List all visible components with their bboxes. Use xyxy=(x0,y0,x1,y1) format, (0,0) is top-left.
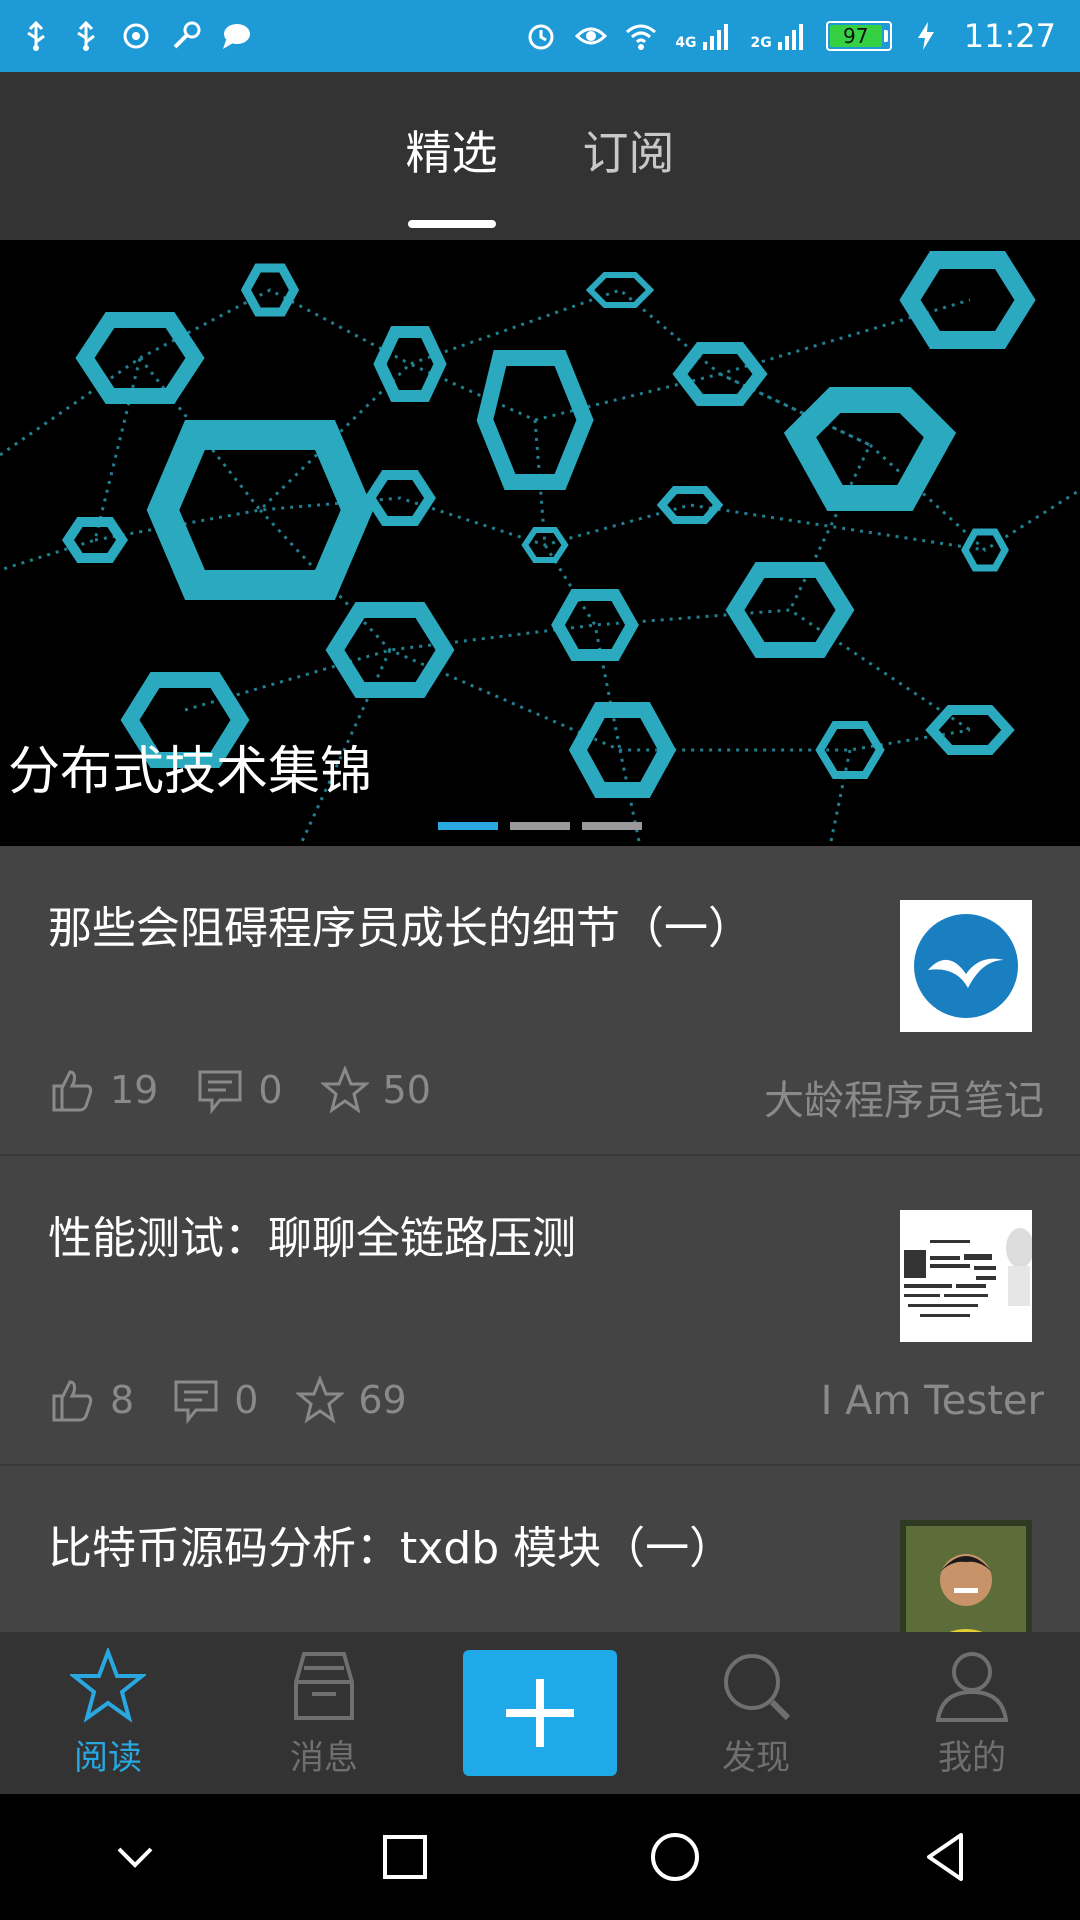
battery-level: 97 xyxy=(829,24,882,48)
square-icon xyxy=(383,1835,427,1879)
add-button[interactable] xyxy=(463,1650,617,1776)
avatar-photo xyxy=(900,1520,1032,1632)
nav-profile-label: 我的 xyxy=(938,1737,1006,1778)
article-title[interactable]: 比特币源码分析：txdb 模块（一） xyxy=(48,1520,848,1577)
star-stat[interactable]: 50 xyxy=(320,1066,431,1114)
usb-icon-2 xyxy=(70,20,102,52)
signal-icon xyxy=(701,20,733,52)
comment-count: 0 xyxy=(234,1378,259,1422)
like-stat[interactable]: 19 xyxy=(48,1066,158,1114)
star-outline-icon xyxy=(320,1066,369,1114)
nav-messages-label: 消息 xyxy=(290,1737,358,1778)
nav-messages[interactable]: 消息 xyxy=(216,1632,432,1794)
charging-icon xyxy=(910,20,942,52)
search-icon xyxy=(724,1653,791,1720)
star-count: 50 xyxy=(382,1068,431,1112)
star-icon xyxy=(70,1647,146,1723)
battery-indicator: 97 xyxy=(825,21,892,51)
wifi-icon xyxy=(625,20,657,52)
article-title[interactable]: 那些会阻碍程序员成长的细节（一） xyxy=(48,900,848,957)
article-thumbnail xyxy=(900,900,1032,1032)
featured-banner[interactable]: 分布式技术集锦 xyxy=(0,240,1080,846)
star-outline-icon xyxy=(296,1376,345,1424)
tab-featured[interactable]: 精选 xyxy=(406,72,498,240)
recents-button[interactable] xyxy=(365,1817,445,1897)
like-count: 19 xyxy=(110,1068,159,1112)
network-label-1: 4G xyxy=(675,35,697,51)
nav-discover[interactable]: 发现 xyxy=(648,1632,864,1794)
signal-icon-2 xyxy=(776,20,808,52)
chevron-down-icon xyxy=(117,1847,153,1868)
star-count: 69 xyxy=(358,1378,407,1422)
hide-nav-button[interactable] xyxy=(95,1817,175,1897)
weibo-icon xyxy=(120,20,152,52)
article-feed: 那些会阻碍程序员成长的细节（一） 19 0 50 大龄程序员笔记 性能测试：聊聊… xyxy=(0,846,1080,1632)
nav-profile[interactable]: 我的 xyxy=(864,1632,1080,1794)
top-tabs: 精选 订阅 xyxy=(0,72,1080,240)
nav-read[interactable]: 阅读 xyxy=(0,1632,216,1794)
circle-icon xyxy=(651,1833,699,1881)
article-title[interactable]: 性能测试：聊聊全链路压测 xyxy=(48,1210,848,1267)
tab-subscriptions[interactable]: 订阅 xyxy=(583,72,675,240)
article-card[interactable]: 性能测试：聊聊全链路压测 8 0 69 I Am Tester xyxy=(0,1156,1080,1466)
bottom-nav: 阅读 消息 发现 我的 xyxy=(0,1632,1080,1794)
article-thumbnail xyxy=(900,1520,1032,1632)
chat-icon xyxy=(220,20,252,52)
usb-icon xyxy=(20,20,52,52)
thumbs-up-icon xyxy=(52,1380,93,1422)
user-icon xyxy=(935,1651,1009,1722)
home-button[interactable] xyxy=(635,1817,715,1897)
status-bar: 4G 2G 97 11:27 xyxy=(0,0,1080,72)
nav-read-label: 阅读 xyxy=(74,1737,142,1778)
word-cloud-image xyxy=(900,1210,1032,1342)
back-button[interactable] xyxy=(905,1817,985,1897)
article-author[interactable]: I Am Tester xyxy=(821,1378,1044,1424)
network-label-2: 2G xyxy=(750,35,772,51)
carousel-dot-3[interactable] xyxy=(582,822,642,830)
comment-icon xyxy=(174,1380,218,1424)
thumbs-up-icon xyxy=(52,1070,93,1112)
inbox-icon xyxy=(294,1651,354,1720)
article-stats: 8 0 69 xyxy=(48,1376,445,1424)
comment-icon xyxy=(198,1070,242,1114)
battery-tip xyxy=(883,30,888,42)
alarm-icon xyxy=(525,20,557,52)
triangle-back-icon xyxy=(927,1833,963,1881)
key-icon xyxy=(170,20,202,52)
carousel-indicator xyxy=(438,822,642,830)
article-thumbnail xyxy=(900,1210,1032,1342)
system-nav-bar xyxy=(0,1794,1080,1920)
comment-stat[interactable]: 0 xyxy=(172,1376,258,1424)
banner-title: 分布式技术集锦 xyxy=(8,742,373,802)
article-card[interactable]: 那些会阻碍程序员成长的细节（一） 19 0 50 大龄程序员笔记 xyxy=(0,846,1080,1156)
comment-count: 0 xyxy=(258,1068,283,1112)
clock: 11:27 xyxy=(963,17,1056,55)
nav-discover-label: 发现 xyxy=(722,1737,790,1778)
star-stat[interactable]: 69 xyxy=(296,1376,407,1424)
plus-icon xyxy=(506,1679,574,1747)
eye-icon xyxy=(575,20,608,52)
carousel-dot-2[interactable] xyxy=(510,822,570,830)
comment-stat[interactable]: 0 xyxy=(196,1066,283,1114)
logo-icon xyxy=(900,900,1032,1032)
carousel-dot-1[interactable] xyxy=(438,822,498,830)
article-card[interactable]: 比特币源码分析：txdb 模块（一） xyxy=(0,1466,1080,1632)
like-stat[interactable]: 8 xyxy=(48,1376,134,1424)
status-left-icons xyxy=(20,20,252,52)
status-right-icons: 4G 2G 97 11:27 xyxy=(525,17,1056,55)
like-count: 8 xyxy=(110,1378,135,1422)
article-author[interactable]: 大龄程序员笔记 xyxy=(764,1068,1044,1126)
article-stats: 19 0 50 xyxy=(48,1066,469,1114)
